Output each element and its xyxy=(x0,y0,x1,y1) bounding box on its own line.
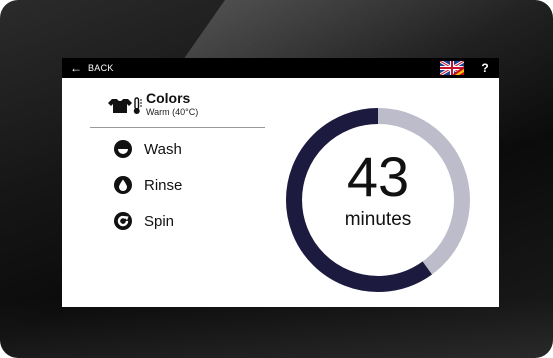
back-label: BACK xyxy=(88,63,114,73)
program-header[interactable]: Colors Warm (40°C) xyxy=(107,90,277,120)
wash-icon xyxy=(114,140,132,158)
step-spin[interactable]: Spin xyxy=(114,210,174,232)
touch-screen: ← BACK ? Colors Warm (40°C) Wash Rinse S… xyxy=(62,58,499,307)
device-frame: ← BACK ? Colors Warm (40°C) Wash Rinse S… xyxy=(0,0,553,358)
back-button[interactable]: ← BACK xyxy=(70,60,114,76)
thermometer-icon xyxy=(133,97,142,114)
program-temperature: Warm (40°C) xyxy=(146,107,199,117)
top-bar: ← BACK ? xyxy=(62,58,499,78)
step-label: Rinse xyxy=(144,176,183,194)
drop-icon xyxy=(114,176,132,194)
timer-display: 43 minutes xyxy=(283,105,473,295)
language-flag-icon[interactable] xyxy=(440,61,464,75)
step-label: Wash xyxy=(144,140,182,158)
spin-icon xyxy=(114,212,132,230)
back-arrow-icon: ← xyxy=(70,61,82,75)
step-wash[interactable]: Wash xyxy=(114,138,182,160)
program-icons xyxy=(108,97,142,114)
timer-value: 43 xyxy=(346,145,410,208)
step-label: Spin xyxy=(144,212,175,230)
step-rinse[interactable]: Rinse xyxy=(114,174,182,196)
tshirt-icon xyxy=(108,99,132,113)
program-name: Colors xyxy=(146,90,191,106)
help-button[interactable]: ? xyxy=(478,60,492,76)
timer-unit: minutes xyxy=(344,209,412,230)
divider xyxy=(90,127,265,128)
glass-sheen xyxy=(0,298,553,358)
